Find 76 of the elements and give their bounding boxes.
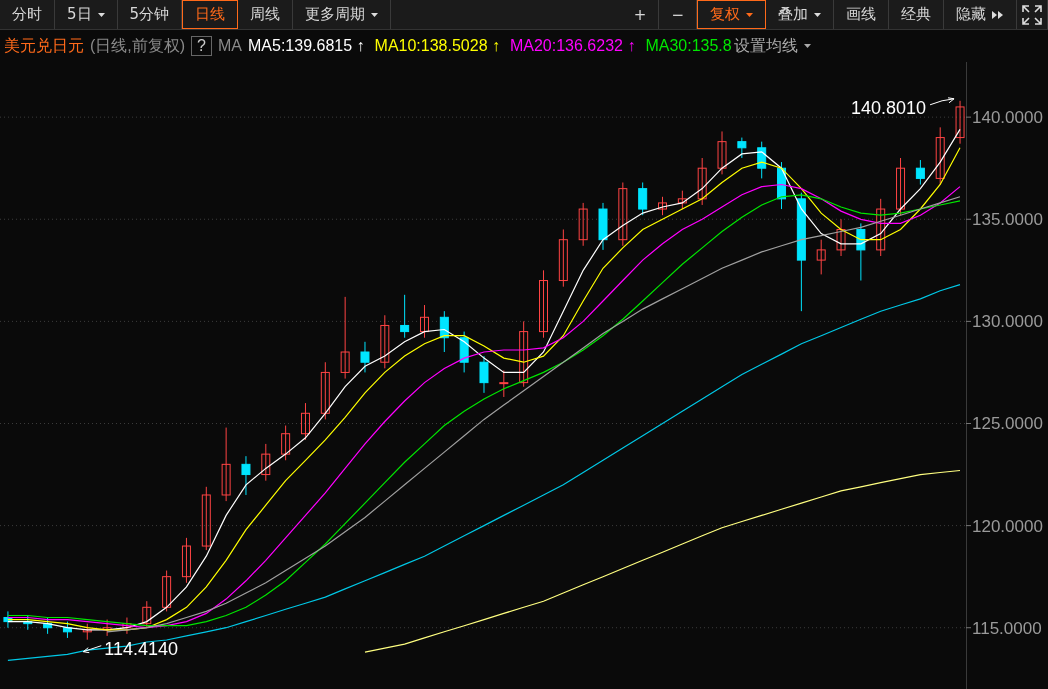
candlestick	[479, 355, 489, 394]
price-annotation: 114.4140	[104, 638, 179, 659]
fullscreen-icon	[1022, 4, 1042, 25]
axis-label: 120.0000	[972, 516, 1043, 536]
candlestick	[142, 600, 152, 629]
candlestick	[618, 182, 628, 247]
period-tab[interactable]: 5分钟	[117, 0, 183, 29]
toolbar-button[interactable]: 画线	[834, 0, 889, 29]
toolbar-button[interactable]: +	[621, 0, 660, 29]
axis-label: 115.0000	[972, 618, 1042, 638]
toolbar-button[interactable]: 复权	[697, 0, 766, 29]
candlestick	[241, 455, 251, 496]
candlestick	[717, 130, 727, 175]
period-tab[interactable]: 更多周期	[293, 0, 392, 29]
caret-icon	[97, 12, 105, 17]
candlestick	[300, 402, 310, 441]
candlestick	[896, 157, 906, 216]
candlestick	[122, 617, 132, 635]
candlestick	[499, 369, 509, 398]
candlestick	[876, 198, 886, 257]
candlestick	[638, 182, 648, 216]
period-tab[interactable]: 日线	[182, 0, 239, 29]
help-button[interactable]: ?	[191, 36, 212, 56]
candlestick	[400, 294, 410, 339]
ma-label: MA	[218, 37, 242, 55]
ma-value: MA5:139.6815 ↑	[248, 37, 365, 55]
price-annotation: 140.8010	[850, 97, 927, 118]
candlestick	[737, 137, 747, 159]
period-label: (日线,前复权)	[90, 35, 186, 56]
symbol-name: 美元兑日元	[4, 35, 84, 56]
candlestick	[558, 228, 568, 288]
period-tab[interactable]: 周线	[238, 0, 294, 29]
candlestick	[519, 320, 529, 388]
candlestick	[181, 537, 191, 584]
candlestick	[935, 126, 945, 186]
candlestick	[816, 239, 826, 275]
caret-icon	[814, 12, 821, 17]
candlestick	[320, 361, 330, 420]
candlestick	[915, 159, 925, 186]
axis-label: 140.0000	[972, 108, 1043, 128]
period-tab[interactable]: 5日	[55, 0, 118, 29]
candlestick	[658, 196, 668, 216]
candlestick	[281, 425, 291, 461]
candlestick	[221, 427, 231, 502]
candlestick	[697, 157, 707, 206]
candlestick	[677, 190, 687, 210]
candlestick	[360, 341, 370, 373]
candlestick	[261, 443, 271, 482]
candlestick	[539, 269, 548, 339]
candlestick	[102, 619, 112, 637]
toolbar-button[interactable]: 经典	[889, 0, 944, 29]
ma-value: MA30:135.8	[645, 37, 732, 55]
candlestick	[380, 314, 390, 369]
candlestick	[201, 486, 211, 551]
ma-value: MA20:136.6232 ↑	[509, 37, 636, 55]
candlestick	[856, 222, 866, 282]
caret-icon	[371, 12, 379, 17]
candlestick	[162, 570, 172, 612]
toolbar-button[interactable]: 叠加	[766, 0, 834, 29]
period-tab[interactable]: 分时	[0, 0, 55, 29]
arrow-icon	[82, 645, 102, 654]
axis-label: 135.0000	[972, 210, 1043, 230]
ma-settings-link[interactable]: 设置均线	[733, 35, 811, 57]
candlestick	[340, 296, 350, 380]
toolbar-button[interactable]: −	[659, 0, 697, 29]
candlestick	[419, 304, 429, 339]
caret-icon	[746, 12, 753, 17]
axis-label: 125.0000	[972, 414, 1043, 434]
arrow-icon	[929, 97, 955, 106]
toolbar-button[interactable]: 隐藏	[944, 0, 1017, 29]
axis-label: 130.0000	[972, 312, 1043, 332]
ma-value: MA10:138.5028 ↑	[374, 37, 500, 55]
candlestick	[578, 202, 588, 247]
caret-icon	[803, 44, 811, 48]
candlestick	[836, 218, 846, 257]
double-chevron-icon	[992, 10, 1004, 19]
